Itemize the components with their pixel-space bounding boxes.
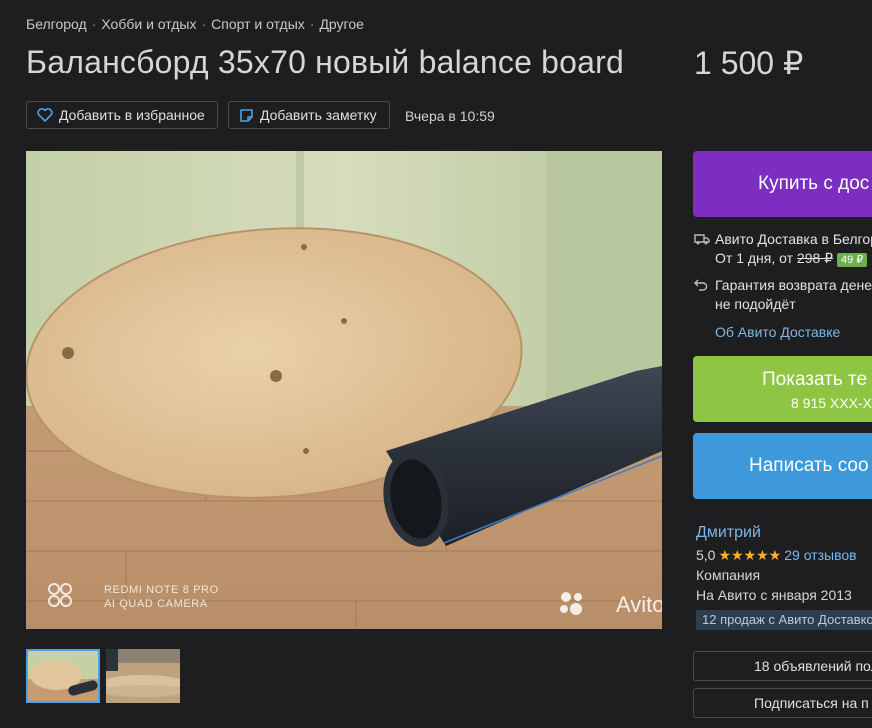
breadcrumb-city[interactable]: Белгород — [26, 16, 87, 32]
add-to-favorites-label: Добавить в избранное — [59, 107, 205, 123]
delivery-new-price: 49 ₽ — [836, 253, 868, 267]
thumbnail-image — [28, 651, 98, 701]
photo-illustration — [26, 151, 662, 629]
posted-date: Вчера в 10:59 — [405, 108, 495, 124]
delivery-old-price: 298 ₽ — [796, 250, 834, 266]
note-icon — [240, 108, 253, 122]
add-to-favorites-button[interactable]: Добавить в избранное — [26, 101, 218, 129]
about-delivery-link[interactable]: Об Авито Доставке — [715, 324, 840, 340]
thumbnail-1[interactable] — [26, 649, 100, 703]
main-photo[interactable]: REDMI NOTE 8 PRO AI QUAD CAMERA Avito — [26, 151, 662, 629]
guarantee-line1: Гарантия возврата дене — [715, 277, 872, 293]
delivery-days: От 1 дня, от — [715, 250, 794, 266]
write-message-button[interactable]: Написать соо — [693, 433, 872, 499]
return-icon — [694, 279, 708, 291]
breadcrumb-separator: · — [309, 16, 315, 32]
rating-stars: ★★★★★ — [718, 547, 782, 563]
thumbnail-image — [106, 649, 180, 703]
phone-number: 8 915 XXX-X — [791, 395, 872, 411]
show-phone-label: Показать те — [762, 369, 868, 390]
reviews-link[interactable]: 29 отзывов — [784, 547, 856, 563]
watermark-device-line1: REDMI NOTE 8 PRO — [104, 584, 219, 596]
add-note-label: Добавить заметку — [260, 107, 377, 123]
price: 1 500 ₽ — [694, 45, 804, 81]
breadcrumb-other[interactable]: Другое — [319, 16, 363, 32]
breadcrumb-sport[interactable]: Спорт и отдых — [211, 16, 305, 32]
delivery-info: Авито Доставка в Белгор — [715, 231, 872, 247]
breadcrumb-separator: · — [201, 16, 207, 32]
buy-with-delivery-button[interactable]: Купить с дос — [693, 151, 872, 217]
page-title: Балансборд 35х70 новый balance board — [26, 44, 625, 80]
seller-since: На Авито с января 2013 — [696, 587, 852, 603]
rating-value: 5,0 — [696, 547, 716, 563]
heart-icon — [37, 108, 53, 122]
show-phone-button[interactable]: Показать те 8 915 XXX-X — [693, 356, 872, 422]
guarantee-line2: не подойдёт — [715, 296, 796, 312]
watermark-brand: Avito — [616, 592, 662, 617]
breadcrumb-separator: · — [91, 16, 97, 32]
delivery-price: От 1 дня, от 298 ₽ 49 ₽ — [715, 250, 868, 267]
seller-type: Компания — [696, 567, 761, 583]
watermark-device-line2: AI QUAD CAMERA — [104, 598, 208, 610]
truck-icon — [694, 234, 710, 245]
add-note-button[interactable]: Добавить заметку — [228, 101, 390, 129]
seller-name[interactable]: Дмитрий — [696, 524, 761, 542]
breadcrumb-hobby[interactable]: Хобби и отдых — [101, 16, 196, 32]
thumbnail-2[interactable] — [106, 649, 180, 703]
subscribe-button[interactable]: Подписаться на п — [693, 688, 872, 718]
breadcrumb: Белгород · Хобби и отдых · Спорт и отдых · Дру… — [26, 16, 364, 32]
sales-badge: 12 продаж с Авито Доставко — [696, 610, 872, 630]
seller-ads-button[interactable]: 18 объявлений пол — [693, 651, 872, 681]
seller-rating: 5,0 ★★★★★ 29 отзывов — [696, 547, 857, 564]
